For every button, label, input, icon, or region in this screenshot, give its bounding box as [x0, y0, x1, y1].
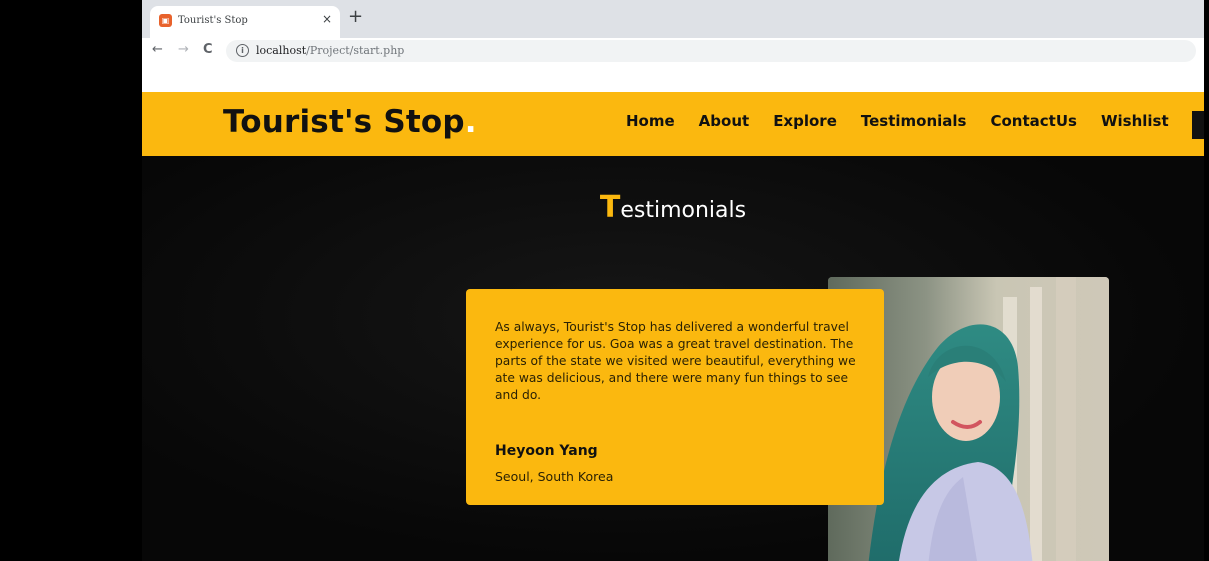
site-favicon-icon: ▣ [159, 14, 172, 27]
logo-dot: . [464, 104, 477, 140]
right-letterbox [1204, 0, 1209, 561]
header-action-button[interactable] [1192, 111, 1204, 139]
site-info-icon[interactable]: i [236, 44, 249, 57]
nav-explore[interactable]: Explore [773, 112, 837, 130]
nav-contactus[interactable]: ContactUs [990, 112, 1076, 130]
testimonial-quote: As always, Tourist's Stop has delivered … [495, 320, 856, 402]
url-text: localhost/Project/start.php [256, 44, 404, 57]
forward-arrow-icon[interactable]: → [178, 42, 189, 58]
back-arrow-icon[interactable]: ← [152, 42, 163, 58]
screen: ▣ Tourist's Stop × + ← → C i localhost/P… [0, 0, 1209, 561]
left-letterbox [0, 0, 142, 561]
site-logo[interactable]: Tourist's Stop. [223, 104, 477, 140]
browser-toolbar: ← → C i localhost/Project/start.php [142, 38, 1204, 66]
nav-testimonials[interactable]: Testimonials [861, 112, 967, 130]
section-title-first-letter: T [599, 190, 621, 225]
address-bar[interactable]: i localhost/Project/start.php [226, 40, 1196, 62]
nav-about[interactable]: About [699, 112, 750, 130]
main-nav: Home About Explore Testimonials ContactU… [626, 112, 1193, 130]
url-host: localhost [256, 44, 307, 57]
logo-text: Tourist's Stop [223, 104, 465, 140]
tab-title: Tourist's Stop [178, 15, 248, 26]
reload-icon[interactable]: C [203, 42, 213, 58]
testimonial-card: As always, Tourist's Stop has delivered … [466, 289, 884, 505]
testimonials-section: Testimonials As always, Tourist's Stop h… [142, 156, 1204, 561]
browser-tab[interactable]: ▣ Tourist's Stop × [150, 6, 340, 38]
browser-window: ▣ Tourist's Stop × + ← → C i localhost/P… [142, 0, 1204, 561]
url-path: /Project/start.php [306, 44, 405, 57]
tab-close-icon[interactable]: × [322, 12, 332, 26]
testimonial-author-name: Heyoon Yang [495, 443, 598, 459]
tab-strip: ▣ Tourist's Stop × + [142, 0, 1204, 38]
page-top-gap [142, 66, 1204, 92]
nav-home[interactable]: Home [626, 112, 675, 130]
nav-wishlist[interactable]: Wishlist [1101, 112, 1169, 130]
testimonial-author-location: Seoul, South Korea [495, 469, 614, 484]
section-title-rest: estimonials [620, 198, 747, 223]
site-header: Tourist's Stop. Home About Explore Testi… [142, 92, 1204, 156]
new-tab-icon[interactable]: + [348, 8, 363, 26]
section-title: Testimonials [142, 190, 1204, 225]
